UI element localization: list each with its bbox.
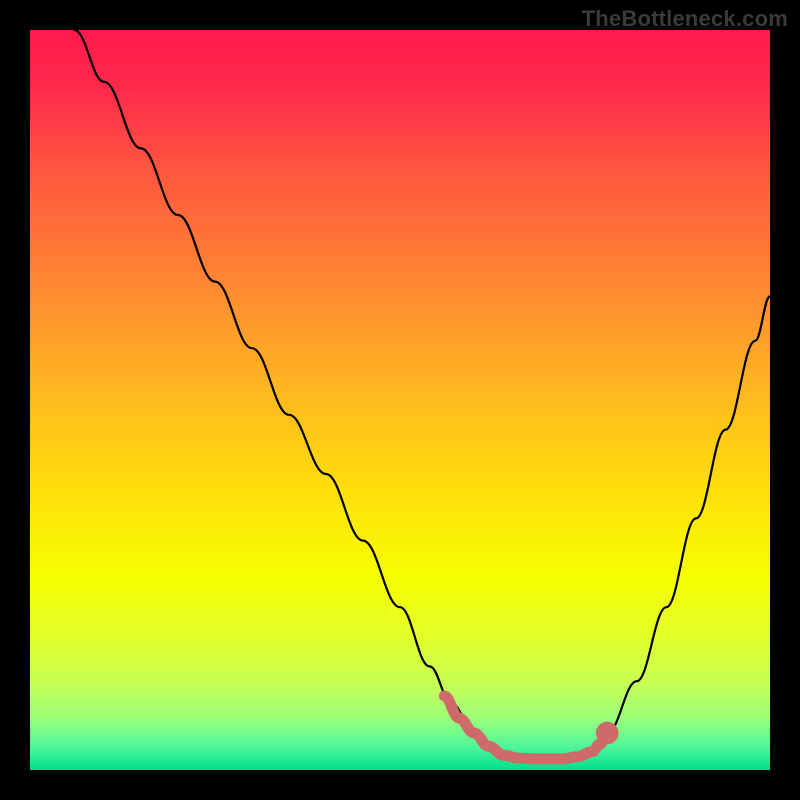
chart-frame: TheBottleneck.com xyxy=(0,0,800,800)
highlight-marker xyxy=(596,722,619,745)
gradient-background xyxy=(30,30,770,770)
plot-area xyxy=(30,30,770,770)
watermark-text: TheBottleneck.com xyxy=(582,6,788,32)
chart-svg xyxy=(30,30,770,770)
